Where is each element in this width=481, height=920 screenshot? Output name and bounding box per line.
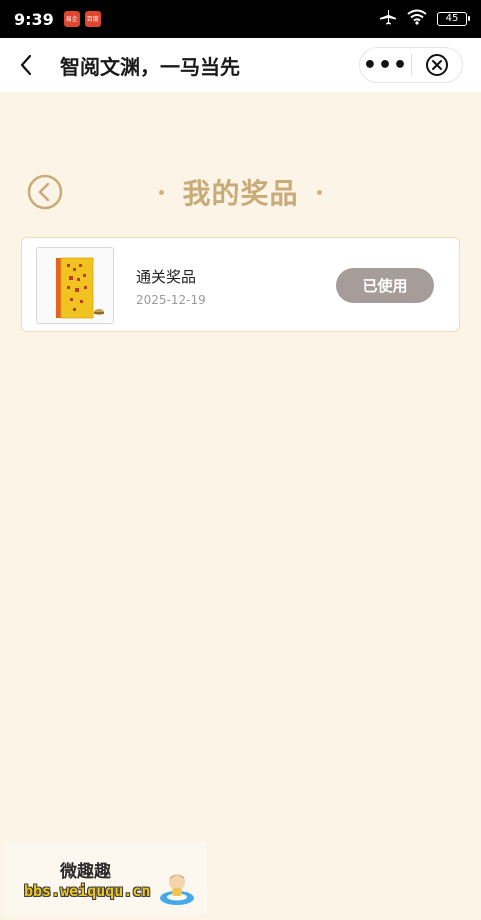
status-time: 9:39 [14, 9, 54, 29]
mascot-icon [160, 874, 194, 905]
close-circle-icon [425, 54, 448, 76]
title-dot-left [159, 189, 165, 195]
status-bar: 9:39 易企 百度 45 [0, 0, 481, 38]
app-notification-icon: 百度 [84, 11, 101, 27]
title-dot-right [316, 189, 322, 195]
nav-title: 智阅文渊，一马当先 [60, 54, 240, 79]
prize-card: 通关奖品 2025-12-19 已使用 [21, 237, 460, 332]
close-button[interactable] [412, 48, 462, 82]
prize-date: 2025-12-19 [136, 293, 206, 307]
back-button[interactable] [0, 38, 52, 92]
prize-name: 通关奖品 [136, 268, 197, 286]
app-notification-icon: 易企 [63, 11, 80, 27]
page-header: 我的奖品 [0, 172, 481, 212]
nav-bar: 智阅文渊，一马当先 ••• [0, 38, 481, 92]
airplane-icon [379, 9, 397, 29]
watermark-url: bbs.weiququ.cn [24, 882, 151, 900]
used-status-button[interactable]: 已使用 [336, 268, 434, 303]
mini-program-capsule: ••• [359, 47, 463, 83]
prize-image [36, 247, 114, 324]
wifi-icon [407, 9, 427, 29]
watermark: 微趣趣 bbs.weiququ.cn [4, 842, 207, 914]
more-options-button[interactable]: ••• [360, 48, 411, 82]
watermark-title: 微趣趣 [60, 862, 111, 882]
battery-icon: 45 [437, 12, 470, 26]
status-icons: 45 [379, 9, 470, 29]
chevron-left-icon [20, 54, 32, 76]
page-title: 我的奖品 [182, 177, 299, 210]
